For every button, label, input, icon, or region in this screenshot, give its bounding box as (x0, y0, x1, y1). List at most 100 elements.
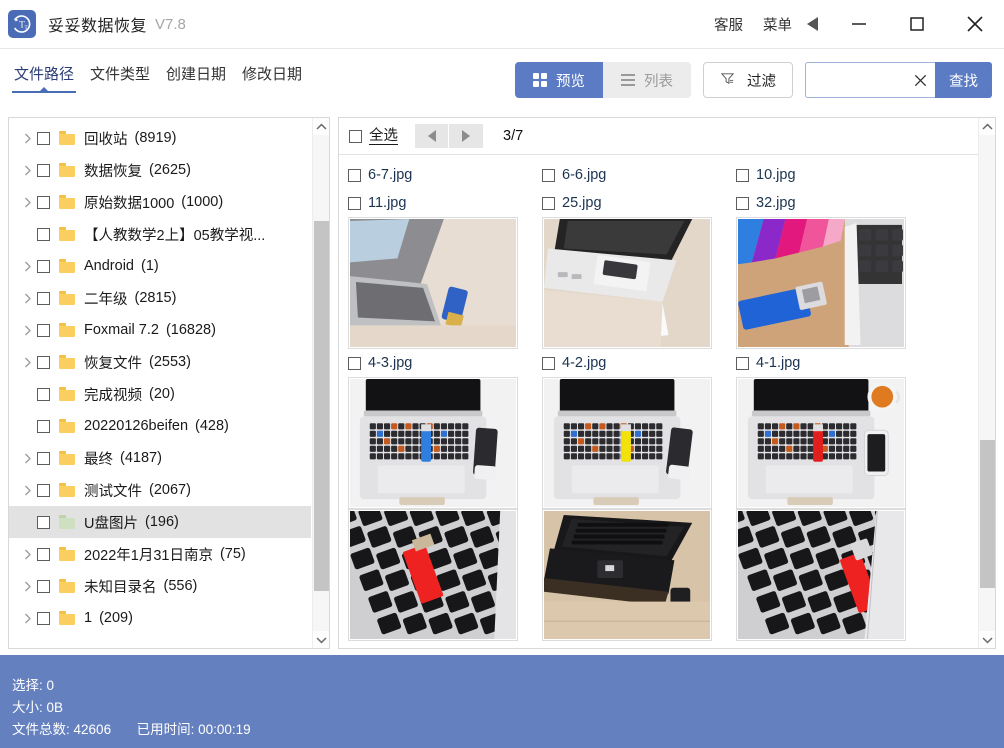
tab-file-type[interactable]: 文件类型 (88, 63, 152, 93)
file-thumbnail[interactable] (348, 217, 518, 349)
tree-item-checkbox[interactable] (37, 547, 50, 561)
minimize-button[interactable] (830, 0, 888, 48)
clear-search-icon[interactable] (912, 72, 929, 89)
tree-item-checkbox[interactable] (37, 387, 50, 401)
tree-item[interactable]: U盘图片 (196) (9, 506, 311, 538)
tab-modified-date[interactable]: 修改日期 (240, 63, 304, 93)
tree-item-checkbox[interactable] (37, 355, 50, 369)
file-cell[interactable]: 6-6.jpg (542, 161, 733, 189)
tree-item[interactable]: 原始数据1000 (1000) (9, 186, 311, 218)
tree-item-checkbox[interactable] (37, 451, 50, 465)
file-thumbnail[interactable] (736, 217, 906, 349)
file-checkbox[interactable] (542, 196, 555, 210)
tree-scroll-thumb[interactable] (314, 221, 329, 591)
maximize-button[interactable] (888, 0, 946, 48)
file-checkbox[interactable] (348, 196, 361, 210)
tree-item[interactable]: 【人教数学2上】05教学视... (9, 218, 311, 250)
tree-scrollbar[interactable] (312, 118, 329, 648)
tree-item[interactable]: 最终 (4187) (9, 442, 311, 474)
file-scroll-down-icon[interactable] (979, 631, 995, 648)
file-thumbnail[interactable] (348, 509, 518, 641)
search-input[interactable] (816, 72, 912, 88)
tree-item[interactable]: 20220126beifen (428) (9, 410, 311, 442)
tree-item-checkbox[interactable] (37, 291, 50, 305)
file-cell[interactable]: 10.jpg (736, 161, 927, 189)
chevron-right-icon[interactable] (19, 602, 37, 634)
customer-support-button[interactable]: 客服 (704, 10, 753, 39)
file-checkbox[interactable] (736, 168, 749, 182)
file-scroll-up-icon[interactable] (979, 118, 995, 135)
file-cell[interactable] (542, 509, 733, 641)
tree-item[interactable]: 2022年1月31日南京 (75) (9, 538, 311, 570)
file-thumbnail[interactable] (542, 509, 712, 641)
file-cell[interactable]: 4-2.jpg (542, 349, 733, 509)
file-cell[interactable]: 4-1.jpg (736, 349, 927, 509)
tree-scroll-down-icon[interactable] (313, 631, 329, 648)
tree-item[interactable]: 恢复文件 (2553) (9, 346, 311, 378)
chevron-right-icon[interactable] (19, 250, 37, 282)
file-cell[interactable]: 6-7.jpg (348, 161, 539, 189)
tree-item[interactable]: 回收站 (8919) (9, 122, 311, 154)
file-thumbnail[interactable] (736, 509, 906, 641)
tree-item-checkbox[interactable] (37, 195, 50, 209)
find-button[interactable]: 查找 (935, 62, 992, 98)
chevron-right-icon[interactable] (19, 346, 37, 378)
previous-page-button[interactable] (415, 124, 449, 148)
chevron-right-icon[interactable] (19, 186, 37, 218)
tree-item[interactable]: 未知目录名 (556) (9, 570, 311, 602)
file-cell[interactable]: 25.jpg (542, 189, 733, 349)
file-checkbox[interactable] (542, 356, 555, 370)
file-checkbox[interactable] (348, 168, 361, 182)
chevron-right-icon[interactable] (19, 282, 37, 314)
tree-item[interactable]: Foxmail 7.2 (16828) (9, 314, 311, 346)
file-checkbox[interactable] (348, 356, 361, 370)
chevron-right-icon[interactable] (19, 442, 37, 474)
chevron-right-icon[interactable] (19, 538, 37, 570)
tree-item[interactable]: 二年级 (2815) (9, 282, 311, 314)
tree-item[interactable]: Android (1) (9, 250, 311, 282)
list-view-button[interactable]: 列表 (603, 62, 691, 98)
chevron-right-icon[interactable] (19, 122, 37, 154)
chevron-right-icon[interactable] (19, 314, 37, 346)
select-all-control[interactable]: 全选 (349, 128, 398, 145)
tree-item[interactable]: 测试文件 (2067) (9, 474, 311, 506)
file-cell[interactable] (348, 509, 539, 641)
file-thumbnail[interactable] (542, 377, 712, 509)
tree-scroll-up-icon[interactable] (313, 118, 329, 135)
file-cell[interactable]: 32.jpg (736, 189, 927, 349)
tree-item-checkbox[interactable] (37, 163, 50, 177)
tab-file-path[interactable]: 文件路径 (12, 63, 77, 93)
tree-item-checkbox[interactable] (37, 227, 50, 241)
file-cell[interactable]: 4-3.jpg (348, 349, 539, 509)
file-scroll-thumb[interactable] (980, 440, 995, 588)
file-thumbnail[interactable] (542, 217, 712, 349)
menu-button[interactable]: 菜单 (753, 10, 818, 39)
tree-item-checkbox[interactable] (37, 259, 50, 273)
tree-item-checkbox[interactable] (37, 515, 50, 529)
close-button[interactable] (946, 0, 1004, 48)
tree-item[interactable]: 完成视频 (20) (9, 378, 311, 410)
search-box[interactable] (805, 62, 935, 98)
file-thumbnail[interactable] (736, 377, 906, 509)
chevron-right-icon[interactable] (19, 474, 37, 506)
tree-item-checkbox[interactable] (37, 419, 50, 433)
preview-view-button[interactable]: 预览 (515, 62, 603, 98)
file-checkbox[interactable] (736, 356, 749, 370)
chevron-right-icon[interactable] (19, 570, 37, 602)
tree-item-checkbox[interactable] (37, 611, 50, 625)
file-cell[interactable] (736, 509, 927, 641)
tree-item[interactable]: 1 (209) (9, 602, 311, 634)
file-thumbnail[interactable] (348, 377, 518, 509)
file-checkbox[interactable] (736, 196, 749, 210)
tree-item[interactable]: 数据恢复 (2625) (9, 154, 311, 186)
tree-item-checkbox[interactable] (37, 579, 50, 593)
tree-item-checkbox[interactable] (37, 483, 50, 497)
tree-item-checkbox[interactable] (37, 131, 50, 145)
next-page-button[interactable] (449, 124, 483, 148)
chevron-right-icon[interactable] (19, 154, 37, 186)
file-scrollbar[interactable] (978, 118, 995, 648)
file-cell[interactable]: 11.jpg (348, 189, 539, 349)
tab-created-date[interactable]: 创建日期 (164, 63, 228, 93)
tree-item-checkbox[interactable] (37, 323, 50, 337)
filter-button[interactable]: 过滤 (703, 62, 793, 98)
